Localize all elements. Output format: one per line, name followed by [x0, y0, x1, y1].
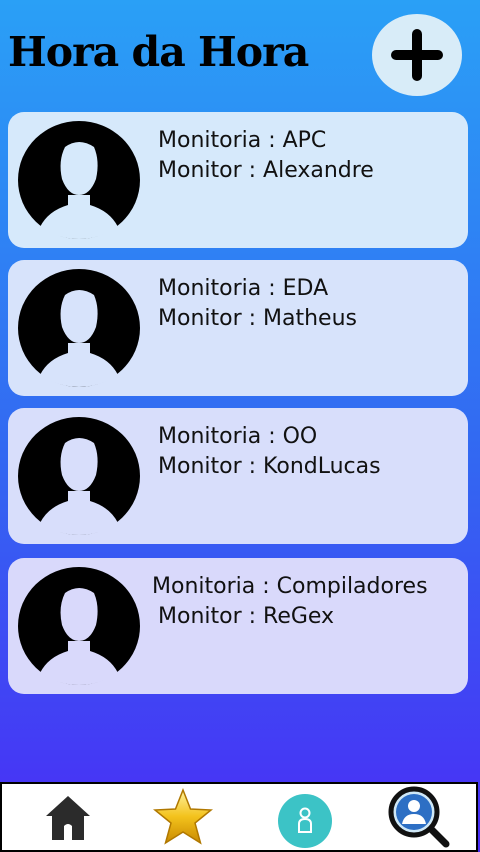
- home-icon: [46, 796, 90, 840]
- monitoria-card[interactable]: Monitoria : APC Monitor : Alexandre: [8, 112, 468, 248]
- nav-search-users[interactable]: [388, 786, 450, 852]
- card-monitor: Monitor : KondLucas: [158, 454, 381, 479]
- monitoria-card[interactable]: Monitoria : Compiladores Monitor : ReGex: [8, 558, 468, 694]
- card-monitor: Monitor : Matheus: [158, 306, 357, 331]
- card-subject: Monitoria : EDA: [158, 276, 329, 301]
- user-avatar-icon: [18, 417, 140, 535]
- card-text: Monitoria : OO Monitor : KondLucas: [158, 422, 381, 482]
- app-screen: Hora da Hora Monitoria : APC Monitor : A…: [0, 0, 480, 852]
- user-avatar-icon: [18, 269, 140, 387]
- search-user-icon: [388, 786, 450, 848]
- monitoria-card[interactable]: Monitoria : OO Monitor : KondLucas: [8, 408, 468, 544]
- bottom-nav: [0, 782, 478, 852]
- nav-profile[interactable]: [278, 794, 332, 852]
- card-text: Monitoria : EDA Monitor : Matheus: [158, 274, 357, 334]
- app-title: Hora da Hora: [8, 28, 309, 76]
- card-subject: Monitoria : Compiladores: [152, 574, 428, 599]
- user-avatar-icon: [18, 567, 140, 685]
- card-subject: Monitoria : OO: [158, 424, 318, 449]
- plus-icon: [391, 29, 443, 81]
- star-icon: [153, 787, 213, 845]
- card-text: Monitoria : APC Monitor : Alexandre: [158, 126, 374, 186]
- user-avatar-icon: [18, 121, 140, 239]
- card-monitor: Monitor : Alexandre: [158, 158, 374, 183]
- profile-icon: [278, 794, 332, 848]
- card-monitor: Monitor : ReGex: [158, 604, 335, 629]
- nav-favorites[interactable]: [152, 787, 214, 850]
- card-text: Monitoria : Compiladores Monitor : ReGex: [152, 572, 428, 632]
- add-button[interactable]: [372, 14, 462, 96]
- nav-home[interactable]: [44, 792, 92, 846]
- card-subject: Monitoria : APC: [158, 128, 327, 153]
- monitoria-card[interactable]: Monitoria : EDA Monitor : Matheus: [8, 260, 468, 396]
